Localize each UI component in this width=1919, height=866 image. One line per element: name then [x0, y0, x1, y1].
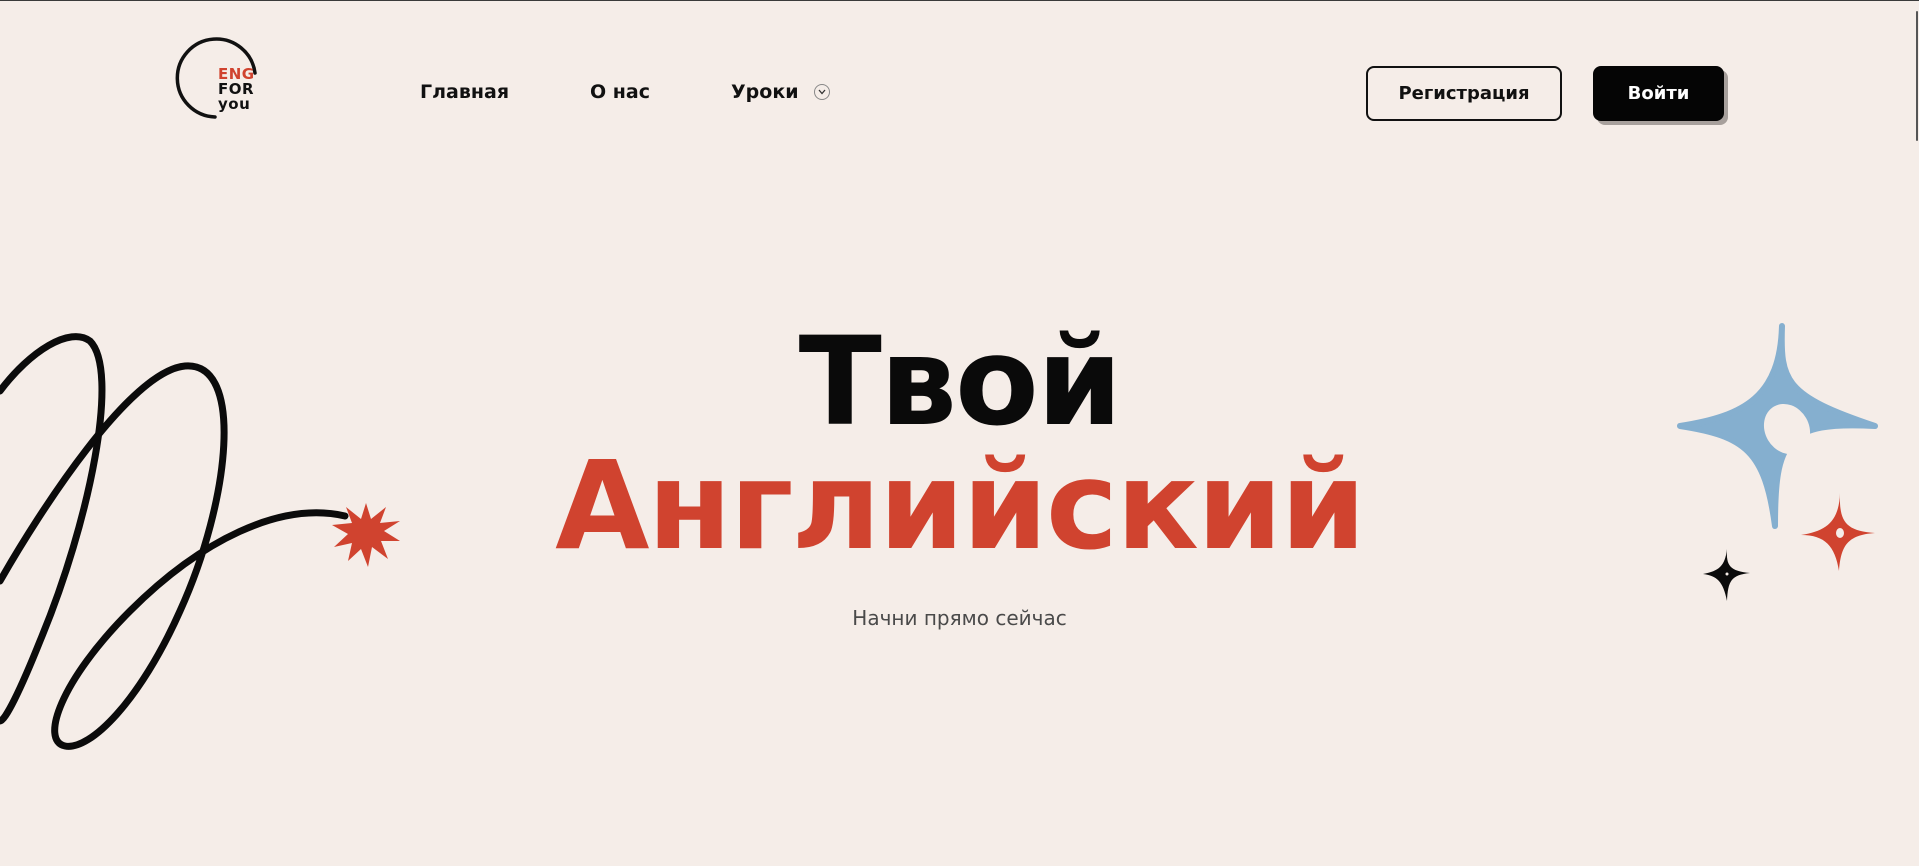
scrollbar-thumb[interactable]: [1916, 11, 1918, 141]
nav-item-about[interactable]: О нас: [590, 81, 650, 103]
main-nav: Главная О нас Уроки: [420, 81, 830, 103]
starburst-icon: [332, 503, 400, 567]
nav-item-lessons-label: Уроки: [731, 81, 799, 103]
scrollbar[interactable]: [1913, 1, 1919, 866]
nav-item-home[interactable]: Главная: [420, 81, 509, 103]
logo-text: ENG FOR you: [218, 67, 255, 112]
sparkle-stars-icon: [1677, 323, 1878, 601]
logo[interactable]: ENG FOR you: [173, 35, 263, 125]
logo-line-you: you: [218, 95, 251, 113]
chevron-down-icon[interactable]: [813, 84, 830, 100]
login-button[interactable]: Войти: [1593, 66, 1724, 121]
register-button[interactable]: Регистрация: [1366, 66, 1562, 121]
landing-page: ENG FOR you Главная О нас Уроки Регистра…: [0, 0, 1919, 866]
nav-item-lessons[interactable]: Уроки: [731, 81, 830, 103]
